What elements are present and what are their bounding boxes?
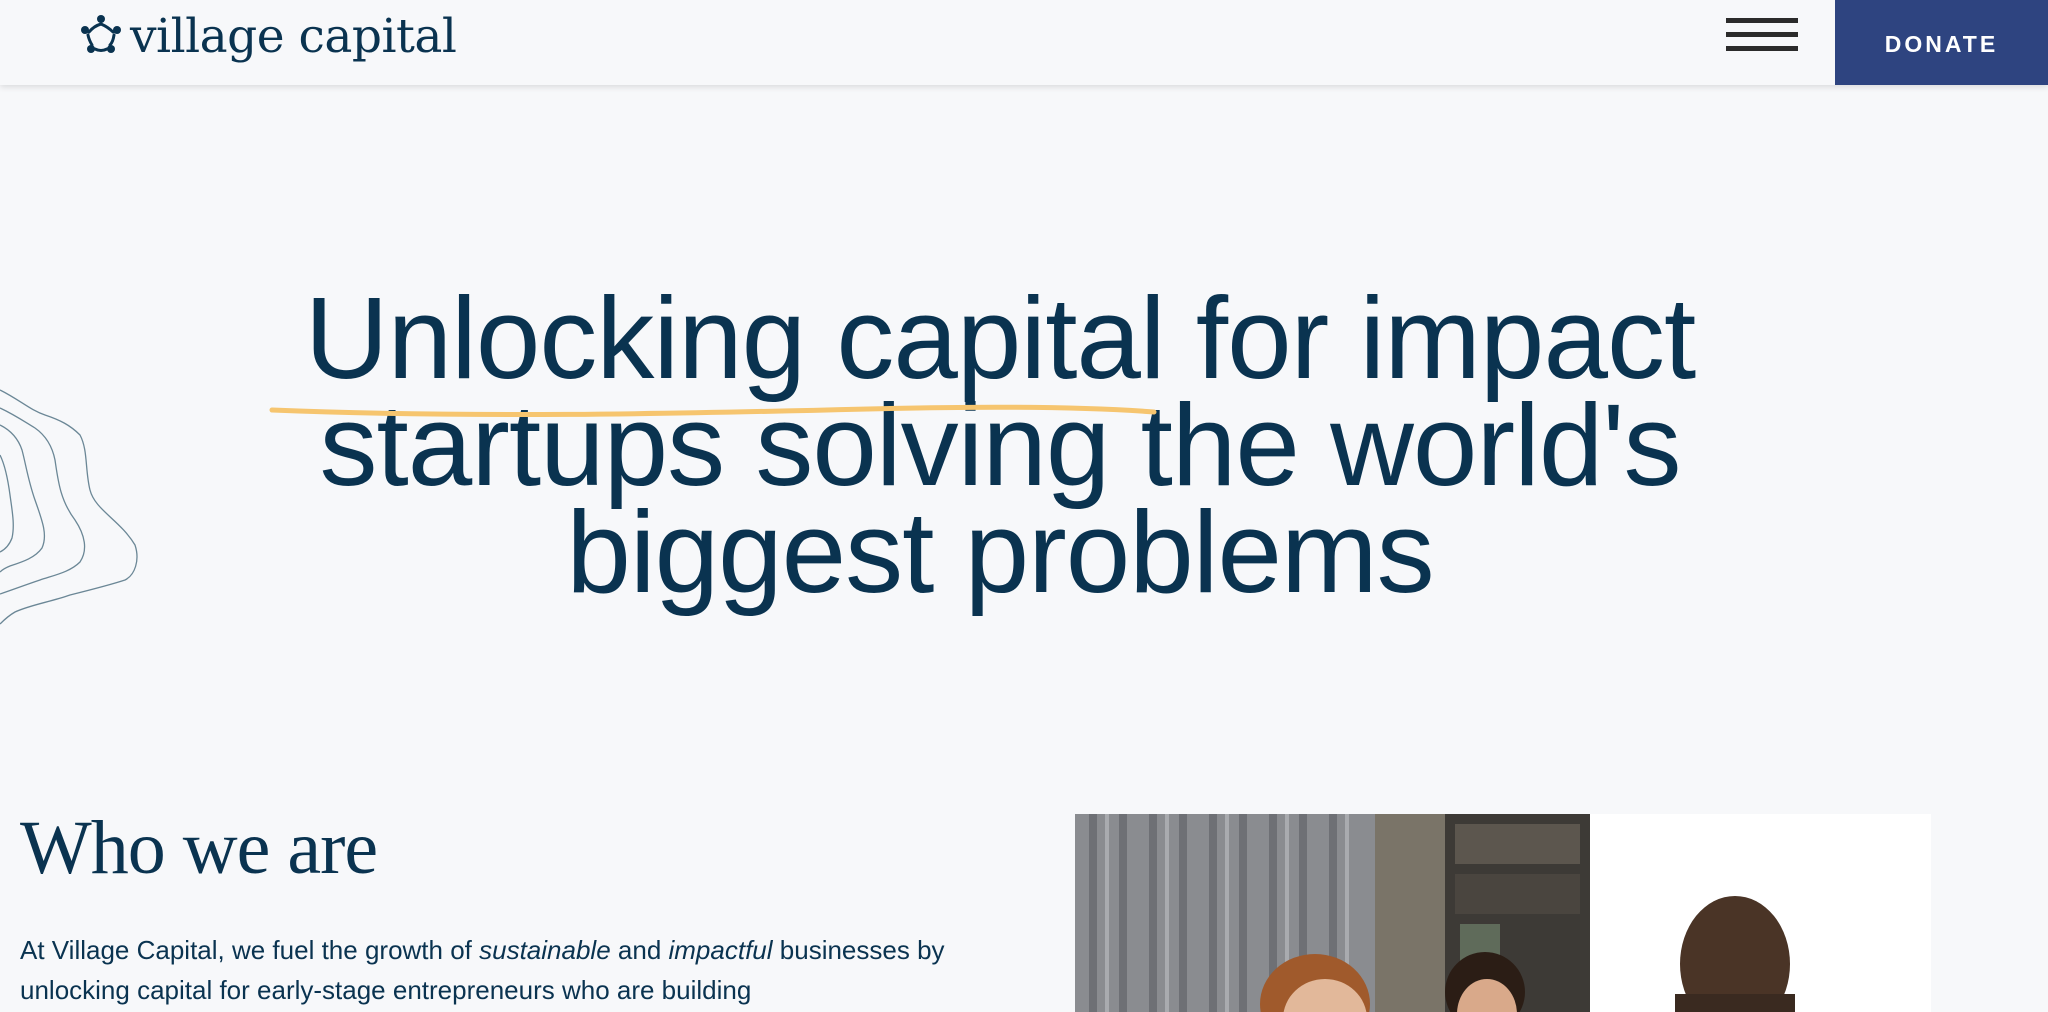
- village-capital-logo-icon: [81, 15, 121, 53]
- hamburger-menu-icon[interactable]: [1726, 18, 1798, 58]
- text-segment: At Village Capital, we fuel the growth o…: [20, 935, 480, 965]
- donate-button[interactable]: DONATE: [1835, 0, 2048, 85]
- logo-text: village capital: [130, 8, 457, 64]
- text-segment: and: [610, 935, 669, 965]
- text-emphasis: sustainable: [479, 935, 611, 965]
- hamburger-bar: [1726, 46, 1798, 51]
- hero-underline-decoration: [269, 404, 1157, 418]
- site-header: village capital DONATE: [0, 0, 2048, 85]
- logo-link[interactable]: village capital: [78, 6, 457, 66]
- who-we-are-paragraph: At Village Capital, we fuel the growth o…: [20, 930, 1000, 1010]
- hero-title: Unlocking capital for impact startups so…: [304, 273, 1696, 617]
- text-emphasis: impactful: [668, 935, 773, 965]
- hamburger-bar: [1726, 18, 1798, 23]
- hamburger-bar: [1726, 32, 1798, 37]
- contour-lines-decoration: [0, 389, 138, 625]
- team-photo: [1075, 814, 1931, 1012]
- team-photo-illustration: [1075, 814, 1931, 1012]
- who-we-are-heading: Who we are: [20, 806, 378, 890]
